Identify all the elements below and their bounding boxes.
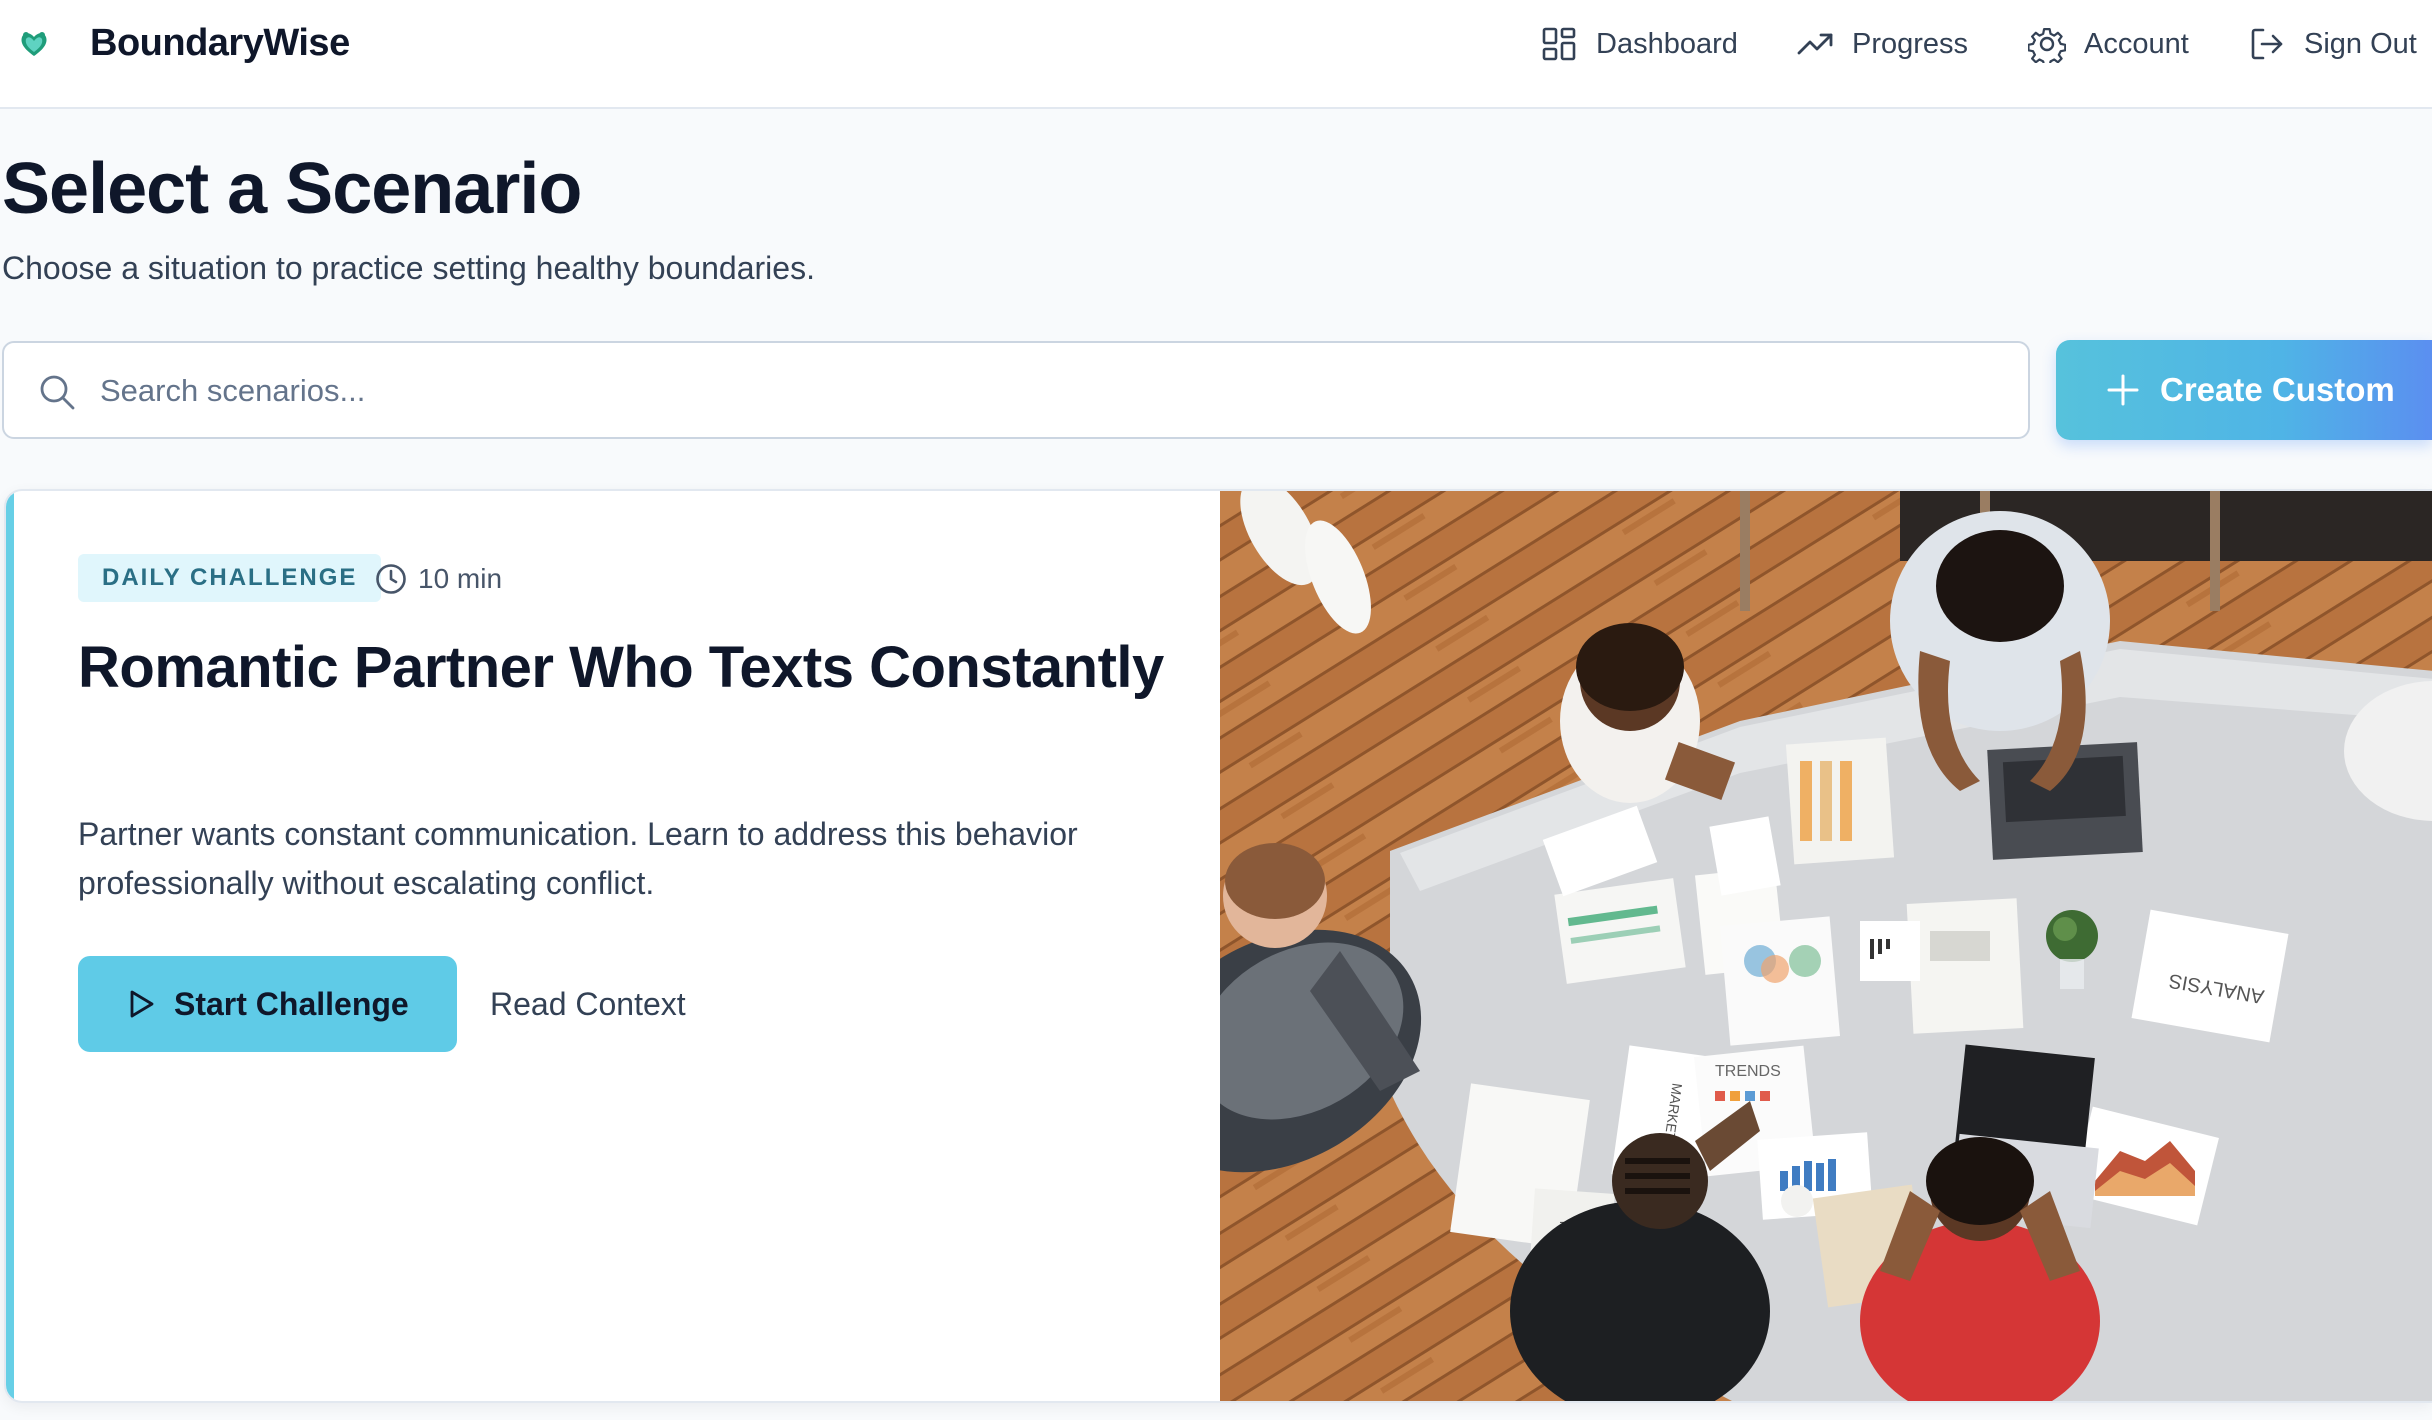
nav-item-sign-out[interactable]: Sign Out: [2248, 0, 2417, 88]
plus-icon: [2107, 374, 2139, 406]
scenario-image: ANALYSIS MARKETING STRATEGY TRENDS: [1220, 491, 2432, 1401]
logout-icon: [2251, 28, 2283, 60]
card-accent-bar: [6, 491, 14, 1401]
read-context-link[interactable]: Read Context: [490, 976, 686, 1032]
brand-logo-icon: [16, 26, 52, 62]
clock-icon: [376, 564, 406, 594]
search-input[interactable]: [100, 363, 2000, 419]
duration-indicator: 10 min: [374, 556, 502, 602]
nav-label-dashboard: Dashboard: [1596, 27, 1738, 60]
brand[interactable]: BoundaryWise: [16, 22, 350, 65]
nav-item-account[interactable]: Account: [2028, 0, 2189, 88]
trending-up-icon: [1797, 33, 1833, 55]
gear-icon: [2028, 28, 2066, 63]
create-custom-label: Create Custom: [2160, 371, 2395, 408]
play-icon: [130, 990, 154, 1018]
create-custom-button[interactable]: Create Custom: [2056, 340, 2432, 440]
search-box[interactable]: [2, 341, 2030, 439]
dashboard-icon: [1542, 27, 1576, 61]
nav-item-progress[interactable]: Progress: [1796, 0, 1968, 88]
start-challenge-button[interactable]: Start Challenge: [78, 956, 457, 1052]
featured-scenario-card: DAILY CHALLENGE 10 min Romantic Partner …: [4, 489, 2432, 1403]
page-subtitle: Choose a situation to practice setting h…: [2, 250, 815, 286]
search-icon: [40, 375, 75, 410]
daily-challenge-badge: DAILY CHALLENGE: [78, 554, 382, 602]
scenario-description: Partner wants constant communication. Le…: [78, 816, 1078, 901]
top-navigation-bar: BoundaryWise Dashboard Progress Account …: [0, 0, 2432, 109]
duration-text: 10 min: [418, 563, 503, 594]
nav-label-sign-out: Sign Out: [2304, 27, 2417, 60]
page-title: Select a Scenario: [2, 149, 582, 229]
nav-label-progress: Progress: [1852, 27, 1969, 60]
scenario-title: Romantic Partner Who Texts Constantly: [78, 635, 1164, 700]
start-challenge-label: Start Challenge: [174, 985, 409, 1022]
trends-label: TRENDS: [1715, 1063, 1781, 1080]
brand-name: BoundaryWise: [90, 22, 350, 64]
nav-label-account: Account: [2084, 27, 2189, 60]
nav-item-dashboard[interactable]: Dashboard: [1540, 0, 1738, 88]
